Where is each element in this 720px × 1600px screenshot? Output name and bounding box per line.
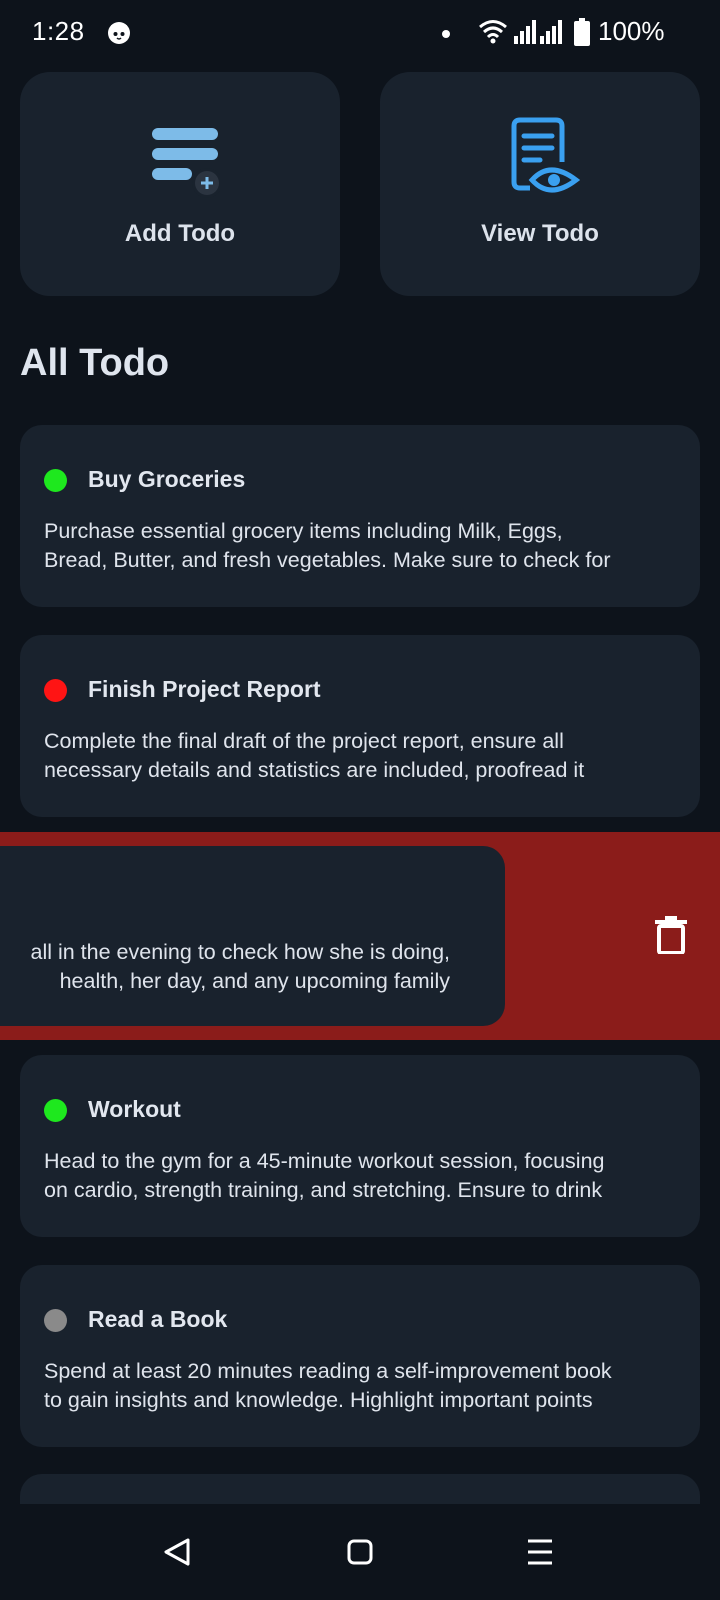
cat-notification-icon — [108, 22, 130, 44]
add-todo-icon — [152, 128, 220, 198]
trash-icon[interactable] — [655, 916, 687, 954]
todo-title: Read a Book — [88, 1306, 228, 1332]
todo-description-line: health, her day, and any upcoming family — [59, 969, 450, 993]
todo-title: Workout — [88, 1096, 181, 1122]
todo-description-line: Head to the gym for a 45-minute workout … — [44, 1149, 605, 1173]
view-todo-label: View Todo — [481, 220, 599, 247]
status-bar: 1:28 100% — [0, 0, 720, 64]
todo-card[interactable]: Workout Head to the gym for a 45-minute … — [20, 1055, 700, 1237]
todo-description-line: necessary details and statistics are inc… — [44, 758, 585, 782]
todo-card[interactable]: Read a Book Spend at least 20 minutes re… — [20, 1265, 700, 1447]
todo-card[interactable]: Buy Groceries Purchase essential grocery… — [20, 425, 700, 607]
todo-description: Purchase essential grocery items includi… — [44, 517, 684, 575]
add-todo-label: Add Todo — [124, 220, 236, 247]
section-title: All Todo — [20, 342, 170, 384]
wifi-icon — [479, 20, 507, 44]
todo-description: Spend at least 20 minutes reading a self… — [44, 1357, 684, 1415]
status-time: 1:28 — [32, 16, 85, 46]
status-dot — [44, 1099, 67, 1122]
todo-description-line: Purchase essential grocery items includi… — [44, 519, 563, 543]
home-icon[interactable] — [340, 1532, 380, 1572]
status-dot — [44, 469, 67, 492]
back-icon[interactable] — [158, 1532, 198, 1572]
menu-icon[interactable] — [520, 1532, 560, 1572]
screen: 1:28 100% Add Todo View Todo All Todo Bu… — [0, 0, 720, 1600]
signal-icon — [514, 20, 562, 44]
view-todo-icon — [511, 117, 580, 193]
todo-description-line: Spend at least 20 minutes reading a self… — [44, 1359, 612, 1383]
battery-percentage: 100% — [598, 16, 665, 46]
view-todo-button[interactable]: View Todo — [380, 72, 700, 296]
status-dot — [44, 1309, 67, 1332]
todo-description: Head to the gym for a 45-minute workout … — [44, 1147, 684, 1205]
swiped-todo-card[interactable]: all in the evening to check how she is d… — [0, 846, 505, 1026]
battery-icon — [574, 18, 590, 46]
todo-description-line: Bread, Butter, and fresh vegetables. Mak… — [44, 548, 611, 572]
todo-title: Finish Project Report — [88, 676, 321, 702]
todo-description-line: Complete the final draft of the project … — [44, 729, 564, 753]
todo-title: Buy Groceries — [88, 466, 246, 492]
status-dot — [44, 679, 67, 702]
todo-card[interactable]: Finish Project Report Complete the final… — [20, 635, 700, 817]
todo-description-line: all in the evening to check how she is d… — [30, 940, 450, 964]
todo-description: Complete the final draft of the project … — [44, 727, 684, 785]
notification-dot — [442, 30, 450, 38]
navigation-bar — [0, 1504, 720, 1600]
todo-description-line: to gain insights and knowledge. Highligh… — [44, 1388, 593, 1412]
todo-description-line: on cardio, strength training, and stretc… — [44, 1178, 603, 1202]
todo-description: all in the evening to check how she is d… — [0, 938, 490, 996]
add-todo-button[interactable]: Add Todo — [20, 72, 340, 296]
